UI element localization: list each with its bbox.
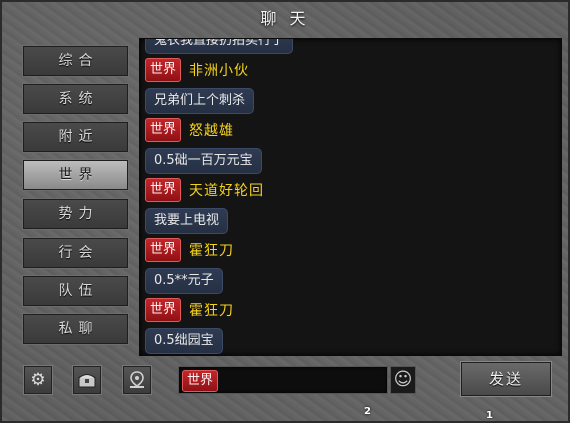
gear-icon: ⚙ [30, 370, 46, 390]
player-name[interactable]: 天道好轮回 [189, 180, 264, 200]
sender-row: 世界 天道好轮回 [145, 175, 555, 205]
tab-private[interactable]: 私聊 [22, 313, 129, 345]
tab-world[interactable]: 世界 [22, 159, 129, 191]
world-channel-badge: 世界 [145, 118, 182, 142]
message-row: 鬼衣我直接扔拍卖行了 [145, 39, 555, 55]
message-list: 鬼衣我直接扔拍卖行了 世界 非洲小伙 兄弟们上个刺杀 世界 怒越雄 0.5础一百… [145, 39, 555, 355]
chat-input-field[interactable] [225, 369, 387, 393]
location-pin-icon [130, 371, 144, 388]
marker-label: 1 [486, 410, 493, 421]
send-button[interactable]: 发送 [460, 361, 552, 397]
player-name[interactable]: 霍狂刀 [189, 240, 234, 260]
sender-row: 世界 霍狂刀 [145, 235, 555, 265]
emoji-button[interactable]: ☺ [390, 366, 416, 394]
tab-nearby[interactable]: 附近 [22, 121, 129, 153]
world-channel-badge: 世界 [145, 238, 182, 262]
message-bubble: 我要上电视 [145, 208, 229, 234]
marker-label: 2 [364, 406, 371, 417]
sender-row: 世界 霍狂刀 [145, 295, 555, 325]
message-bubble: 0.5绌园宝 [145, 328, 223, 354]
sender-row: 世界 非洲小伙 [145, 55, 555, 85]
world-channel-badge: 世界 [145, 178, 182, 202]
chest-icon [78, 374, 96, 388]
player-name[interactable]: 非洲小伙 [189, 60, 249, 80]
message-row: 0.5础一百万元宝 [145, 145, 555, 175]
message-bubble: 0.5**元子 [145, 268, 223, 294]
message-bubble: 0.5础一百万元宝 [145, 148, 262, 174]
tab-guild[interactable]: 行会 [22, 237, 129, 269]
tab-general[interactable]: 综合 [22, 45, 129, 77]
window-title: 聊 天 [260, 9, 310, 28]
tab-system[interactable]: 系统 [22, 83, 129, 115]
chat-input-bar: ⚙ 世界 ☺ 发送 [2, 354, 568, 414]
location-button[interactable] [122, 365, 152, 395]
message-row: 0.5**元子 [145, 265, 555, 295]
sender-row: 世界 怒越雄 [145, 115, 555, 145]
gift-button[interactable] [72, 365, 102, 395]
input-channel-badge[interactable]: 世界 [182, 370, 219, 392]
message-row: 兄弟们上个刺杀 [145, 85, 555, 115]
chat-input-box[interactable]: 世界 [178, 366, 388, 394]
smiley-icon: ☺ [393, 369, 413, 390]
tab-team[interactable]: 队伍 [22, 275, 129, 307]
world-channel-badge: 世界 [145, 58, 182, 82]
message-bubble: 兄弟们上个刺杀 [145, 88, 255, 114]
player-name[interactable]: 霍狂刀 [189, 300, 234, 320]
message-row: 我要上电视 [145, 205, 555, 235]
player-name[interactable]: 怒越雄 [189, 120, 234, 140]
settings-button[interactable]: ⚙ [23, 365, 53, 395]
tab-faction[interactable]: 势力 [22, 198, 129, 230]
chat-message-panel[interactable]: 鬼衣我直接扔拍卖行了 世界 非洲小伙 兄弟们上个刺杀 世界 怒越雄 0.5础一百… [139, 38, 562, 356]
message-bubble: 鬼衣我直接扔拍卖行了 [145, 39, 294, 54]
chat-window: 聊 天 综合 系统 附近 世界 势力 行会 队伍 私聊 鬼衣我直接扔拍卖行了 世… [0, 0, 570, 423]
message-row: 0.5绌园宝 [145, 325, 555, 355]
world-channel-badge: 世界 [145, 298, 182, 322]
